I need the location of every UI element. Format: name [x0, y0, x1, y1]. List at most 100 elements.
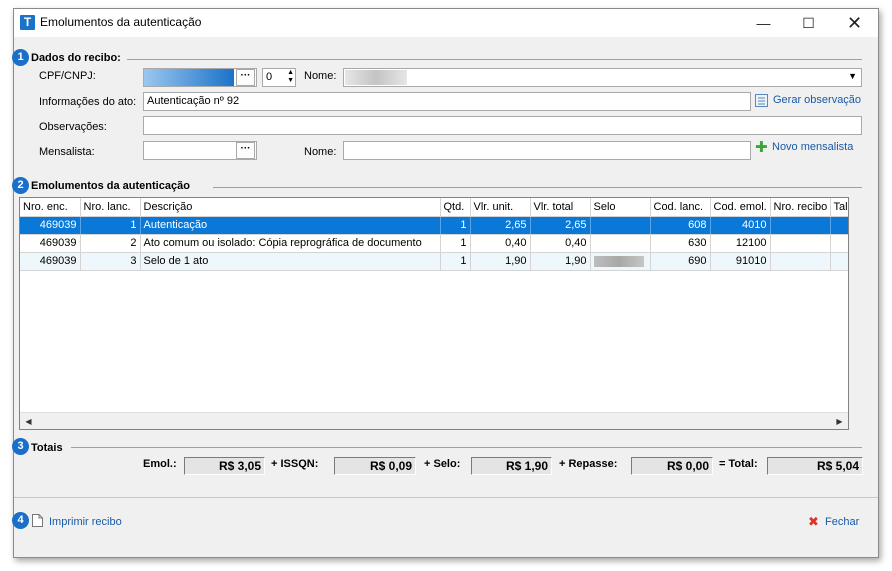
section-title-emolumentos: Emolumentos da autenticação [31, 180, 190, 192]
column-header-cod-lanc[interactable]: Cod. lanc. [650, 198, 711, 217]
cell-vlr-total: 0,40 [530, 234, 591, 253]
step-badge-4: 4 [12, 512, 29, 529]
nome-select[interactable]: ▼ [343, 68, 862, 87]
selo-label: + Selo: [424, 458, 461, 470]
footer-divider [14, 497, 878, 498]
cell-tal [830, 216, 848, 235]
column-header-nro-enc[interactable]: Nro. enc. [20, 198, 81, 217]
total-label: = Total: [719, 458, 758, 470]
cell-nro-lanc: 3 [80, 252, 141, 271]
cell-nro-recibo [770, 216, 831, 235]
cell-tal [830, 252, 848, 271]
table-row[interactable]: 469039 3 Selo de 1 ato 1 1,90 1,90 690 9… [20, 252, 848, 271]
section-title-dados: Dados do recibo: [31, 52, 121, 64]
cell-cod-lanc: 690 [650, 252, 711, 271]
cell-nro-enc: 469039 [20, 252, 81, 271]
column-header-tal[interactable]: Tal [830, 198, 848, 217]
green-plus-icon[interactable]: ✚ [755, 140, 768, 155]
column-header-vlr-total[interactable]: Vlr. total [530, 198, 591, 217]
nome-mensalista-input[interactable] [343, 141, 751, 160]
issqn-label: + ISSQN: [271, 458, 319, 470]
masked-name-value [345, 70, 407, 85]
cell-vlr-total: 2,65 [530, 216, 591, 235]
close-button[interactable]: ✕ [832, 9, 877, 37]
step-badge-2: 2 [12, 177, 29, 194]
window-title: Emolumentos da autenticação [40, 15, 202, 29]
app-icon: T [20, 15, 35, 30]
cell-descricao: Selo de 1 ato [140, 252, 441, 271]
repasse-label: + Repasse: [559, 458, 618, 470]
grand-total: R$ 5,04 [767, 457, 863, 475]
issqn-total: R$ 0,09 [334, 457, 416, 475]
column-header-selo[interactable]: Selo [590, 198, 651, 217]
fechar-button[interactable]: Fechar [825, 516, 859, 528]
maximize-button[interactable]: ☐ [786, 9, 831, 37]
table-row[interactable]: 469039 1 Autenticação 1 2,65 2,65 608 40… [20, 216, 848, 235]
masked-cpf-value [144, 69, 234, 86]
cell-nro-recibo [770, 234, 831, 253]
cpf-lookup-button[interactable]: ··· [236, 69, 255, 86]
obs-label: Observações: [39, 121, 107, 133]
cpf-spinner[interactable]: 0 ▲ ▼ [262, 68, 296, 87]
imprimir-recibo-link[interactable]: Imprimir recibo [49, 516, 122, 528]
emolumentos-grid[interactable]: Nro. enc. Nro. lanc. Descrição Qtd. Vlr.… [19, 197, 849, 430]
scroll-right-icon[interactable]: ▶ [831, 413, 848, 429]
cell-vlr-unit: 1,90 [470, 252, 531, 271]
section-divider [127, 59, 862, 60]
observacoes-input[interactable] [143, 116, 862, 135]
column-header-nro-lanc[interactable]: Nro. lanc. [80, 198, 141, 217]
cell-descricao: Ato comum ou isolado: Cópia reprográfica… [140, 234, 441, 253]
cell-nro-lanc: 2 [80, 234, 141, 253]
column-header-qtd[interactable]: Qtd. [440, 198, 471, 217]
red-x-icon[interactable]: ✖ [808, 515, 819, 528]
table-row[interactable]: 469039 2 Ato comum ou isolado: Cópia rep… [20, 234, 848, 253]
scroll-left-icon[interactable]: ◀ [20, 413, 37, 429]
cell-qtd: 1 [440, 252, 471, 271]
info-input[interactable]: Autenticação nº 92 [143, 92, 751, 111]
cell-vlr-total: 1,90 [530, 252, 591, 271]
chevron-down-icon[interactable]: ▼ [848, 71, 857, 81]
cell-vlr-unit: 2,65 [470, 216, 531, 235]
section-title-totais: Totais [31, 442, 63, 454]
section-divider [213, 187, 862, 188]
list-document-icon[interactable] [755, 94, 768, 107]
grid-header-row: Nro. enc. Nro. lanc. Descrição Qtd. Vlr.… [20, 198, 848, 217]
novo-mensalista-link[interactable]: Novo mensalista [772, 141, 853, 153]
gerar-observacao-link[interactable]: Gerar observação [773, 94, 861, 106]
column-header-nro-recibo[interactable]: Nro. recibo [770, 198, 831, 217]
selo-total: R$ 1,90 [471, 457, 552, 475]
nome-mensalista-label: Nome: [304, 146, 337, 158]
cell-nro-enc: 469039 [20, 234, 81, 253]
step-badge-3: 3 [12, 438, 29, 455]
cell-cod-lanc: 608 [650, 216, 711, 235]
cell-nro-lanc: 1 [80, 216, 141, 235]
masked-selo-value [593, 255, 644, 267]
document-icon[interactable] [32, 514, 43, 527]
nome-label: Nome: [304, 70, 337, 82]
title-bar: T Emolumentos da autenticação — ☐ ✕ [14, 9, 878, 37]
section-divider [71, 447, 862, 448]
emol-label: Emol.: [143, 458, 177, 470]
cell-nro-enc: 469039 [20, 216, 81, 235]
column-header-cod-emol[interactable]: Cod. emol. [710, 198, 771, 217]
cell-qtd: 1 [440, 234, 471, 253]
cell-cod-emol: 91010 [710, 252, 771, 271]
cell-selo [590, 216, 651, 235]
column-header-descricao[interactable]: Descrição [140, 198, 441, 217]
cell-cod-emol: 4010 [710, 216, 771, 235]
cell-descricao: Autenticação [140, 216, 441, 235]
cell-cod-emol: 12100 [710, 234, 771, 253]
cell-vlr-unit: 0,40 [470, 234, 531, 253]
mensalista-label: Mensalista: [39, 146, 95, 158]
minimize-button[interactable]: — [741, 9, 786, 37]
column-header-vlr-unit[interactable]: Vlr. unit. [470, 198, 531, 217]
cpf-spinner-value: 0 [266, 71, 273, 83]
cell-nro-recibo [770, 252, 831, 271]
mensalista-lookup-button[interactable]: ··· [236, 142, 255, 159]
repasse-total: R$ 0,00 [631, 457, 713, 475]
emol-total: R$ 3,05 [184, 457, 265, 475]
info-label: Informações do ato: [39, 96, 137, 108]
spinner-arrows-icon[interactable]: ▲ ▼ [287, 69, 294, 85]
cell-selo [590, 252, 651, 271]
horizontal-scrollbar[interactable]: ◀ ▶ [20, 412, 848, 429]
